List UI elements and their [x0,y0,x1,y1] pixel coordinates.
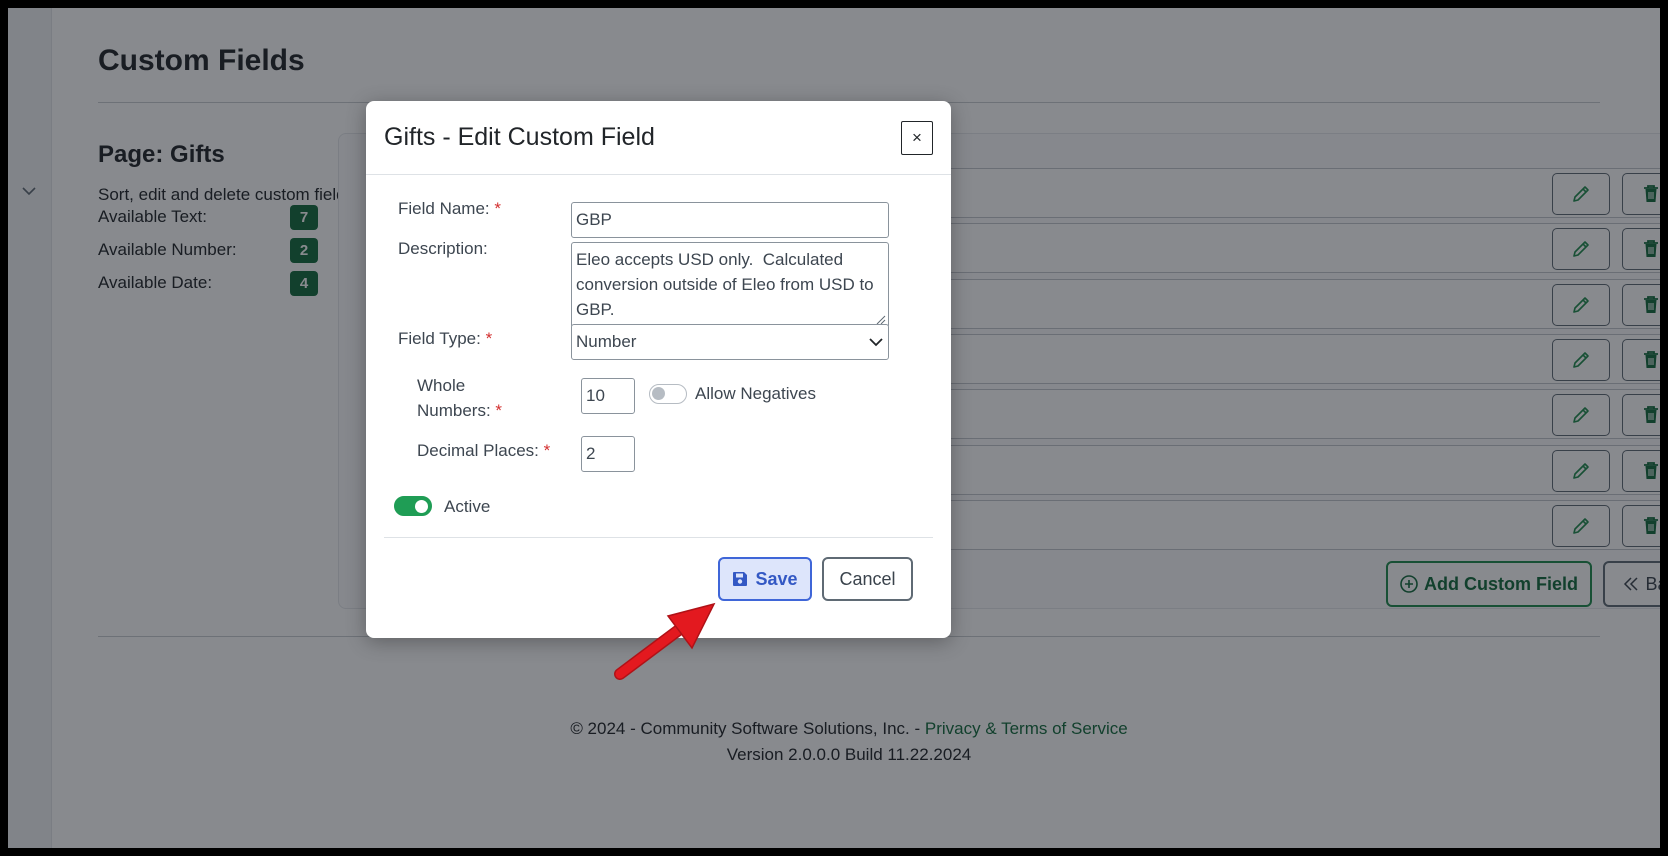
whole-numbers-input[interactable] [581,378,635,414]
save-button-label: Save [755,568,798,589]
toggle-knob [652,387,665,400]
description-textarea[interactable]: Eleo accepts USD only. Calculated conver… [571,242,889,328]
required-marker: * [485,329,493,348]
field-name-input[interactable] [571,202,889,238]
chevron-down-icon [869,338,883,347]
whole-numbers-label: Numbers: * [417,398,502,423]
description-label: Description: [398,239,488,258]
allow-negatives-label: Allow Negatives [695,384,816,403]
active-label: Active [444,497,491,516]
field-type-selected: Number [576,332,637,351]
field-type-label: Field Type: * [398,326,492,351]
decimal-places-label: Decimal Places: * [417,438,550,463]
field-type-select[interactable]: Number [571,324,889,360]
app-window: Custom Fields Page: Gifts Sort, edit and… [8,8,1660,848]
field-name-label-text: Field Name: [398,199,490,218]
required-marker: * [494,199,501,218]
modal-footer-divider [384,537,933,538]
modal-header-divider [366,174,951,175]
toggle-knob [415,499,428,513]
field-type-label-text: Field Type: [398,329,481,348]
floppy-disk-icon [733,572,748,586]
cancel-button[interactable]: Cancel [822,557,913,601]
required-marker: * [543,441,551,460]
modal-close-button[interactable]: × [901,121,933,155]
required-marker: * [495,401,503,420]
decimal-places-label-text: Decimal Places: [417,441,539,460]
annotation-arrow-icon [614,602,716,680]
active-toggle[interactable] [394,496,432,516]
whole-numbers-label-text: Numbers: [417,401,491,420]
save-button[interactable]: Save [718,557,812,601]
field-name-label: Field Name: * [398,196,501,221]
whole-numbers-label-line1: Whole [417,376,466,395]
decimal-places-input[interactable] [581,436,635,472]
allow-negatives-toggle[interactable] [649,384,687,404]
modal-title: Gifts - Edit Custom Field [384,123,655,151]
edit-custom-field-modal: Gifts - Edit Custom Field × Field Name: … [366,101,951,638]
